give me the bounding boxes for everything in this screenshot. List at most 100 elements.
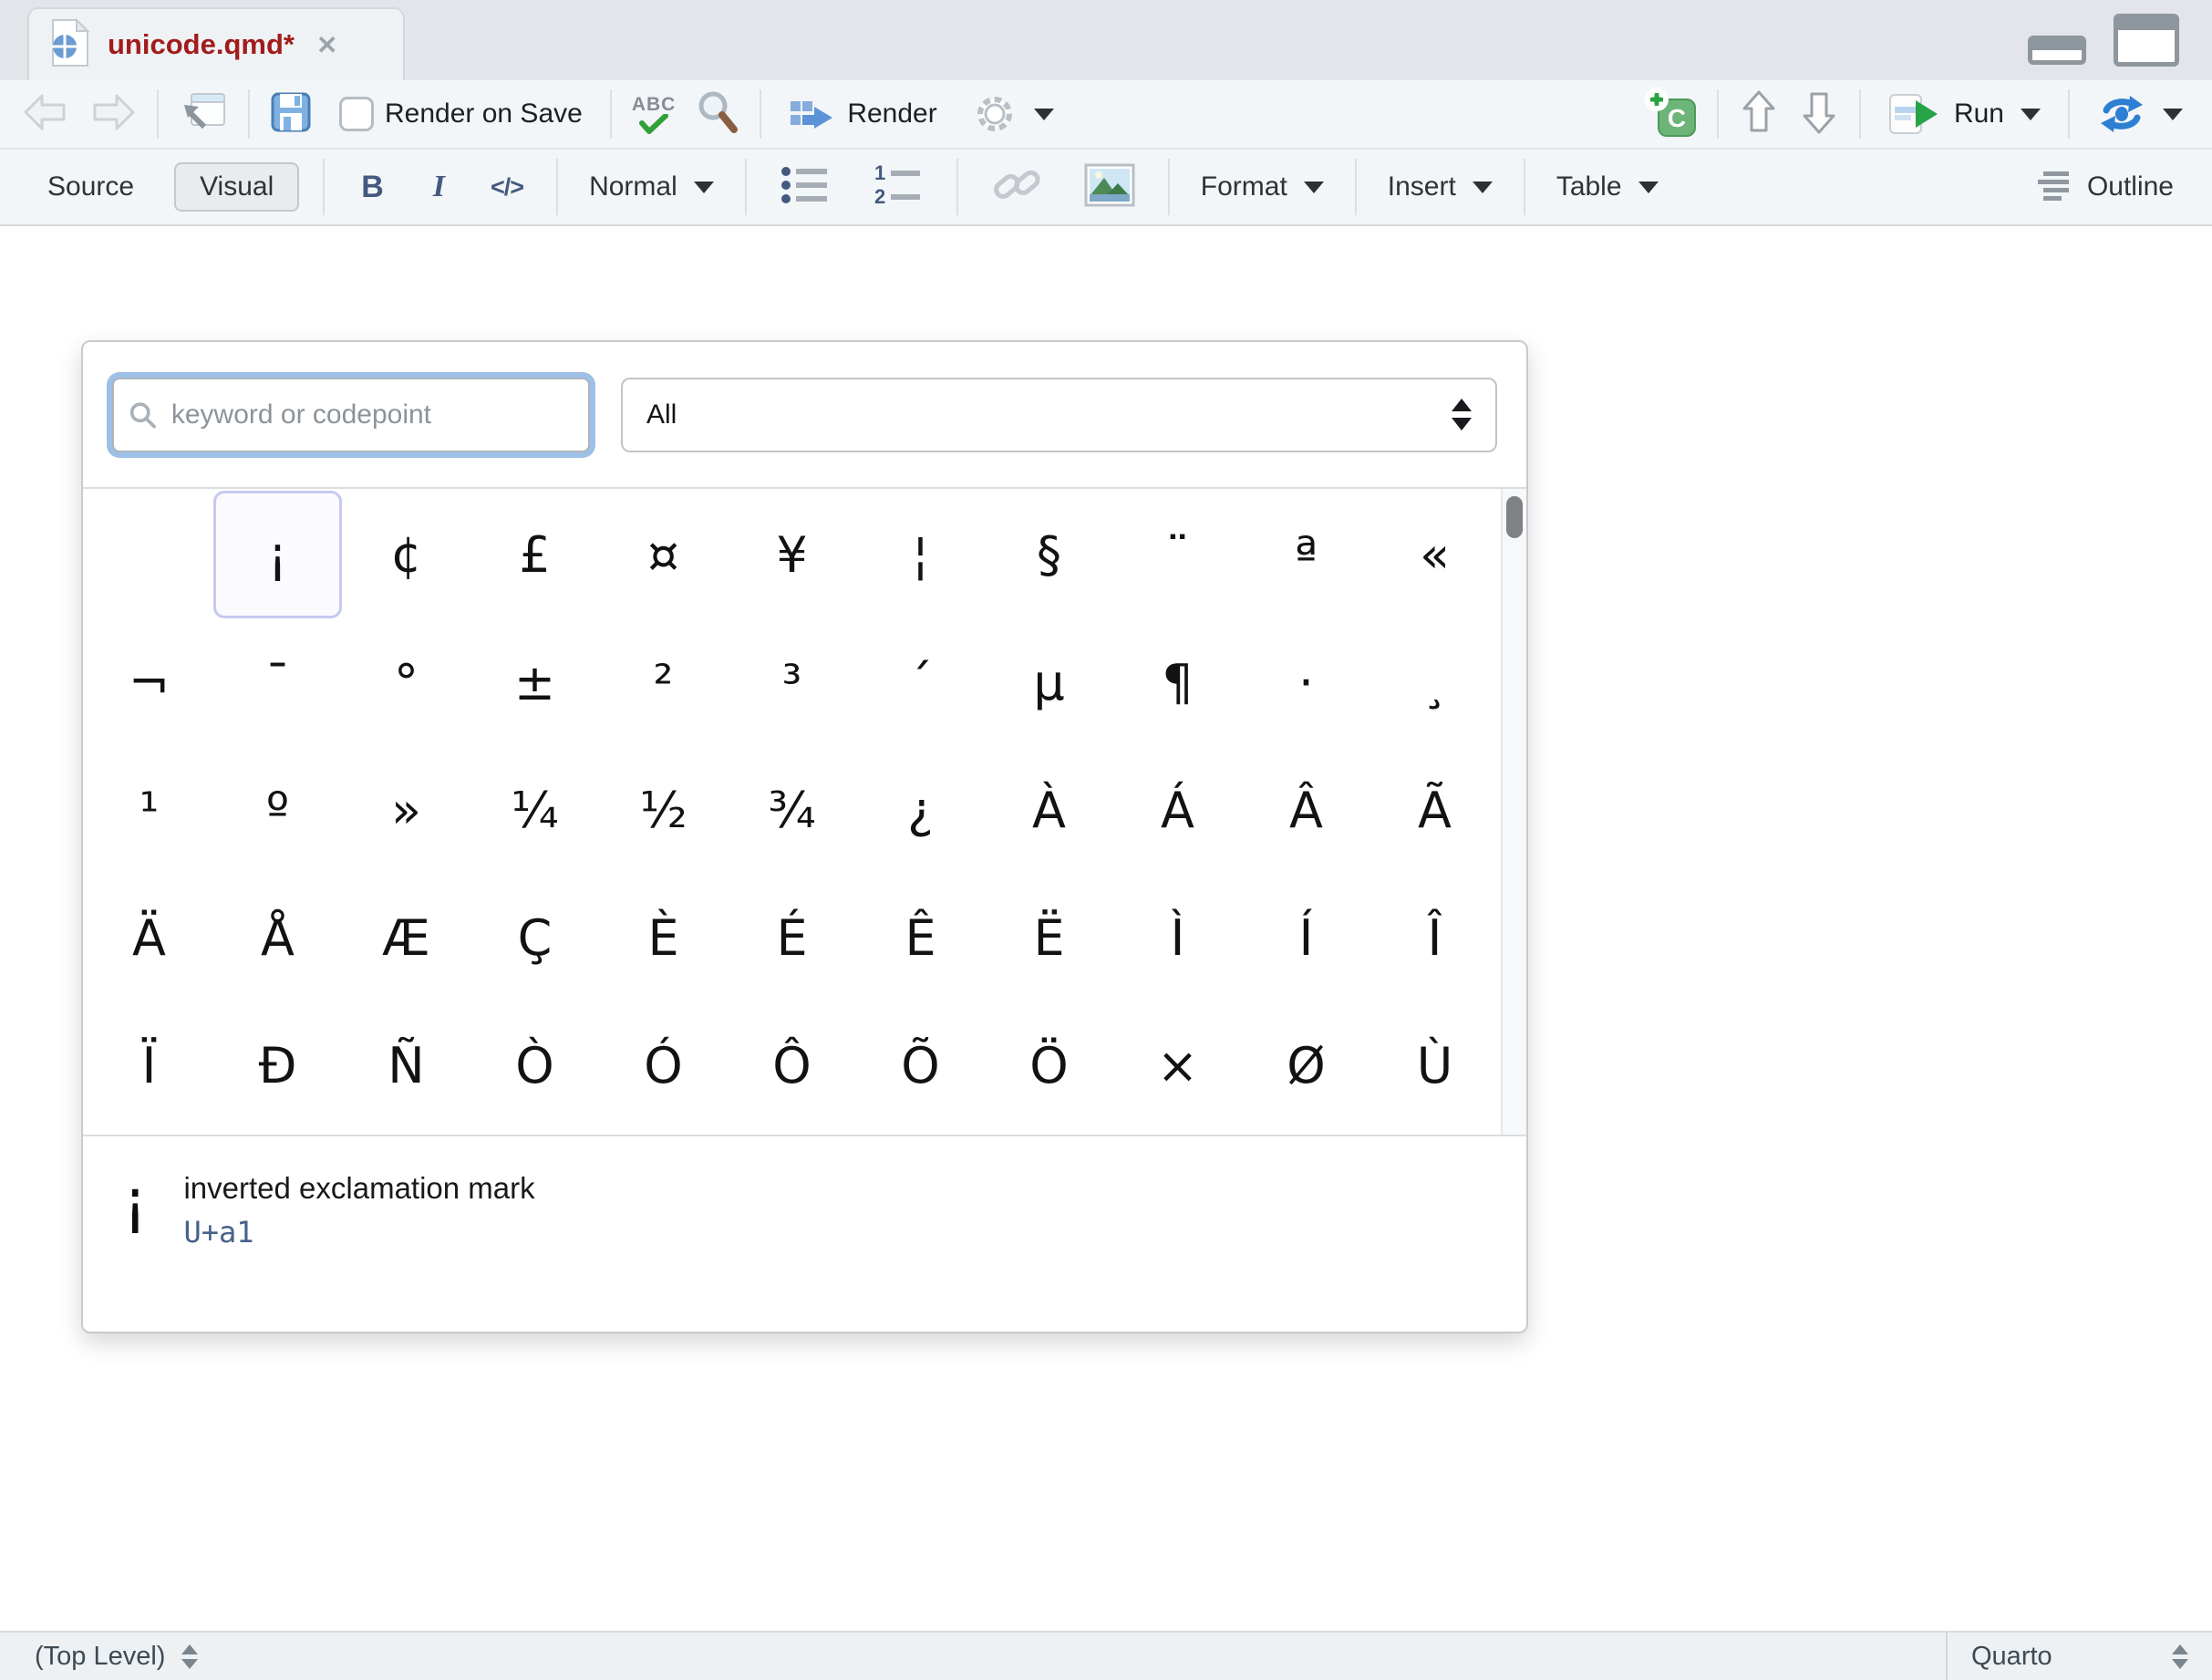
char-cell[interactable]: Ñ [342,1001,470,1129]
unicode-search-box[interactable] [112,378,590,452]
char-cell[interactable]: ¬ [85,618,213,746]
char-cell[interactable]: Î [1370,874,1499,1001]
format-menu[interactable]: Format [1194,166,1331,208]
scope-selector[interactable]: (Top Level) [0,1642,198,1672]
char-cell[interactable]: ¶ [1113,618,1242,746]
char-cell[interactable]: ¥ [728,491,856,618]
separator [745,159,747,215]
numbered-list-button[interactable]: 1 2 [863,163,933,212]
outline-toggle[interactable]: Outline [2029,164,2181,210]
char-cell[interactable]: Ç [470,874,599,1001]
spellcheck-button[interactable]: ABC [632,95,677,134]
forward-button[interactable] [89,91,137,138]
insert-menu[interactable]: Insert [1380,166,1500,208]
char-cell[interactable]: Ä [85,874,213,1001]
char-cell[interactable]: É [728,874,856,1001]
char-cell[interactable]: Ë [985,874,1113,1001]
char-cell[interactable]: ¦ [856,491,985,618]
char-cell[interactable]: Å [213,874,342,1001]
char-cell[interactable]: £ [470,491,599,618]
char-cell[interactable]: ¨ [1113,491,1242,618]
char-cell[interactable]: Í [1242,874,1370,1001]
close-icon[interactable]: ✕ [316,30,337,60]
char-cell[interactable]: Ð [213,1001,342,1129]
char-cell[interactable]: ½ [599,746,728,874]
char-cell[interactable]: » [342,746,470,874]
char-cell[interactable]: È [599,874,728,1001]
render-button[interactable]: Render [781,88,944,140]
insert-chunk-button[interactable]: C [1644,87,1697,142]
char-cell[interactable]: ¹ [85,746,213,874]
maximize-icon[interactable] [2114,14,2179,67]
render-settings-button[interactable] [965,86,1061,142]
char-cell[interactable]: º [213,746,342,874]
code-button[interactable]: </> [481,173,532,202]
open-in-window-button[interactable] [179,90,228,139]
unicode-block-select[interactable]: All [621,378,1497,452]
run-next-chunk-button[interactable] [1799,88,1839,140]
grid-scrollbar[interactable] [1501,489,1526,1135]
separator [556,159,558,215]
render-on-save-toggle[interactable]: Render on Save [332,91,590,137]
char-cell[interactable]: µ [985,618,1113,746]
minimize-icon[interactable] [2028,36,2086,65]
render-on-save-checkbox[interactable] [339,97,374,131]
char-cell[interactable]: Æ [342,874,470,1001]
char-cell[interactable]: Ø [1242,1001,1370,1129]
rerun-button[interactable] [2090,88,2190,140]
char-cell[interactable]: ³ [728,618,856,746]
run-button[interactable]: Run [1881,86,2048,142]
table-menu[interactable]: Table [1549,166,1666,208]
char-cell[interactable]: ° [342,618,470,746]
char-cell[interactable]: Ù [1370,1001,1499,1129]
run-previous-chunks-button[interactable] [1739,88,1779,140]
char-cell[interactable]: · [1242,618,1370,746]
char-cell[interactable]: × [1113,1001,1242,1129]
char-cell[interactable]: ´ [856,618,985,746]
italic-button[interactable]: I [420,170,458,204]
char-cell[interactable]: ¾ [728,746,856,874]
tab-unicode-qmd[interactable]: unicode.qmd* ✕ [27,7,405,80]
char-cell[interactable]: Ã [1370,746,1499,874]
save-button[interactable] [270,91,312,138]
char-cell[interactable]: « [1370,491,1499,618]
char-cell[interactable]: Ò [470,1001,599,1129]
char-cell[interactable]: Õ [856,1001,985,1129]
char-cell[interactable]: Ê [856,874,985,1001]
char-cell[interactable]: ¿ [856,746,985,874]
char-cell[interactable]: ª [1242,491,1370,618]
grid-scrollbar-thumb[interactable] [1506,496,1523,538]
unicode-search-input[interactable] [170,399,574,431]
source-mode-button[interactable]: Source [31,164,150,210]
char-cell[interactable]: ¯ [213,618,342,746]
char-cell[interactable]: ² [599,618,728,746]
char-cell[interactable]: ± [470,618,599,746]
image-button[interactable] [1075,163,1144,212]
char-cell[interactable]: Ó [599,1001,728,1129]
search-document-button[interactable] [696,89,739,140]
bold-button[interactable]: B [348,170,397,205]
char-cell[interactable]: ¡ [213,491,342,618]
back-button[interactable] [22,91,69,138]
char-cell[interactable]: ¤ [599,491,728,618]
char-cell[interactable]: ¢ [342,491,470,618]
file-type-label: Quarto [1971,1642,2052,1672]
char-cell[interactable]: Ö [985,1001,1113,1129]
visual-mode-button[interactable]: Visual [174,162,299,212]
char-cell[interactable]: ¼ [470,746,599,874]
editor-canvas[interactable]: All ¡¢£¤¥¦§¨ª« ¬¯°±²³´µ¶·¸ ¹º»¼½¾¿ÀÁÂÃ ÄÅÆÇ… [0,226,2212,1631]
char-cell[interactable] [85,491,213,618]
bullet-list-button[interactable] [770,163,840,212]
char-cell[interactable]: § [985,491,1113,618]
link-button[interactable] [982,163,1051,212]
file-type-selector[interactable]: Quarto [1946,1633,2212,1680]
char-cell[interactable]: Ì [1113,874,1242,1001]
char-cell[interactable]: À [985,746,1113,874]
char-cell[interactable]: Â [1242,746,1370,874]
rerun-icon [2097,94,2146,134]
char-cell[interactable]: Á [1113,746,1242,874]
char-cell[interactable]: ¸ [1370,618,1499,746]
paragraph-style-dropdown[interactable]: Normal [582,166,721,208]
char-cell[interactable]: Ï [85,1001,213,1129]
char-cell[interactable]: Ô [728,1001,856,1129]
